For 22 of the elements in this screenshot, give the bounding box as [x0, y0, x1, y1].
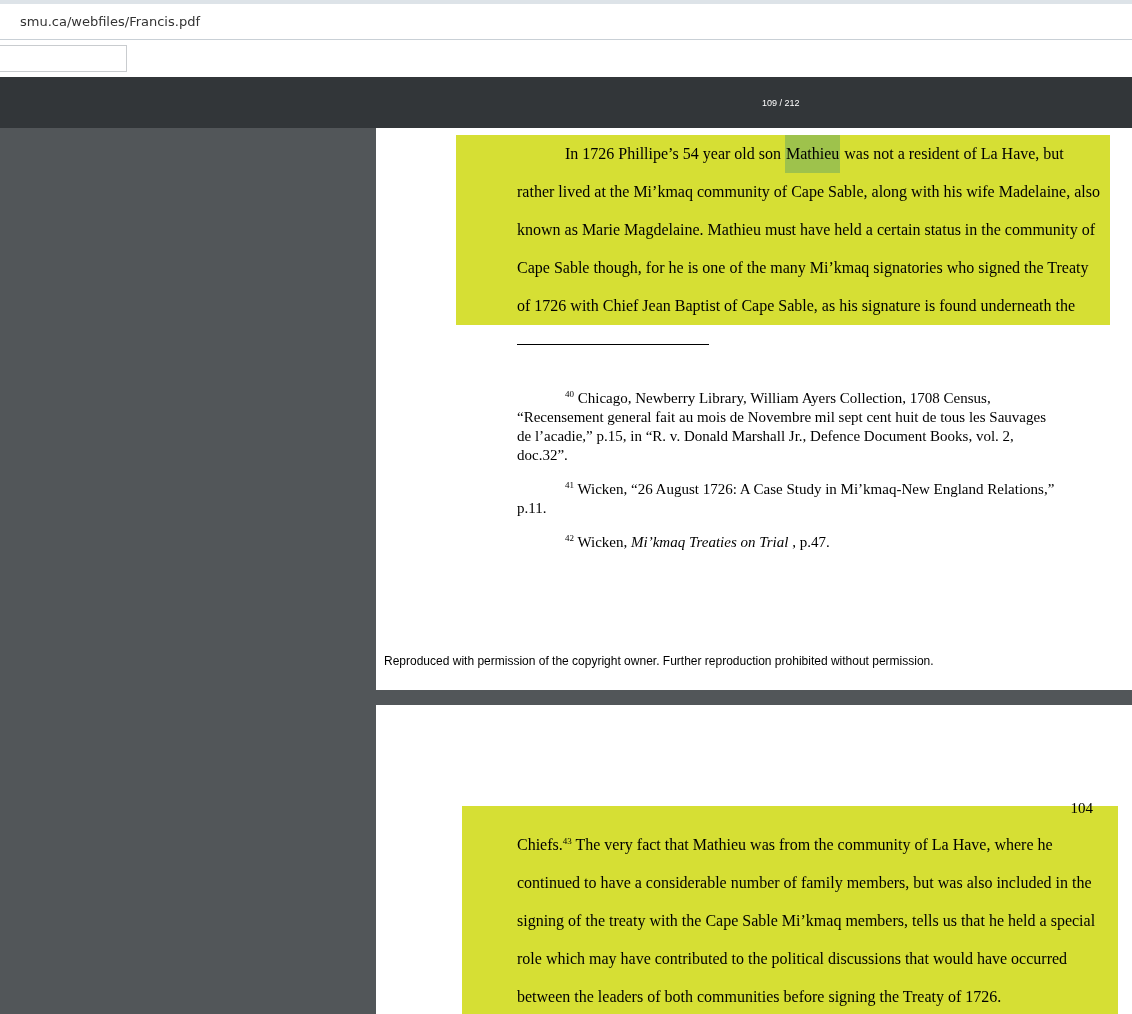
text-line: between the leaders of both communities before signing the Treaty of 1726. — [517, 987, 1002, 1008]
footnote-line: de l’acadie,” p.15, in “R. v. Donald Marshall Jr., Defence Document Books, vol. 2, — [517, 427, 1014, 446]
text-line: Cape Sable though, for he is one of the many Mi’kmaq signatories who signed the Treaty — [517, 258, 1089, 279]
text-line: rather lived at the Mi’kmaq community of Cape Sable, along with his wife Madelaine, also — [517, 182, 1100, 203]
page-indicator: 109 / 212 — [762, 97, 800, 108]
footnote-line: p.11. — [517, 499, 547, 518]
text-line: signing of the treaty with the Cape Sable Mi’kmaq members, tells us that he held a special — [517, 911, 1096, 932]
footnote-line: $^{42}$ Wicken, Mi’kmaq Treaties on Trial , p.47. — [565, 533, 830, 552]
text-line: was not a resident of La Have, but — [844, 144, 1064, 164]
footnote-line: $^{40}$ Chicago, Newberry Library, William Ayers Collection, 1708 Census, — [565, 389, 991, 408]
footnote-line: “Recensement general fait au mois de Novembre mil sept cent huit de tous les Sauvages — [517, 408, 1046, 427]
text-line: In 1726 Phillipe’s 54 year old son — [565, 144, 781, 165]
search-match: Mathieu — [785, 135, 841, 173]
page-footer: Reproduced with permission of the copyright owner. Further reproduction prohibited without permission. — [384, 654, 934, 668]
text-line: continued to have a considerable number of family members, but was also included in the — [517, 873, 1092, 894]
text-field[interactable] — [0, 45, 127, 72]
text-line: of 1726 with Chief Jean Baptist of Cape Sable, as his signature is found underneath the — [517, 296, 1076, 317]
text-line: known as Marie Magdelaine. Mathieu must have held a certain status in the community of — [517, 220, 1096, 241]
footnote-line: $^{41}$ Wicken, “26 August 1726: A Case Study in Mi’kmaq-New England Relations,” — [565, 480, 1055, 499]
text-line: role which may have contributed to the political discussions that would have occurred — [517, 949, 1068, 970]
footnote-line: doc.32”. — [517, 446, 568, 465]
text-line: Chiefs.$^{43}$ The very fact that Mathieu was from the community of La Have, where he — [517, 834, 1053, 856]
